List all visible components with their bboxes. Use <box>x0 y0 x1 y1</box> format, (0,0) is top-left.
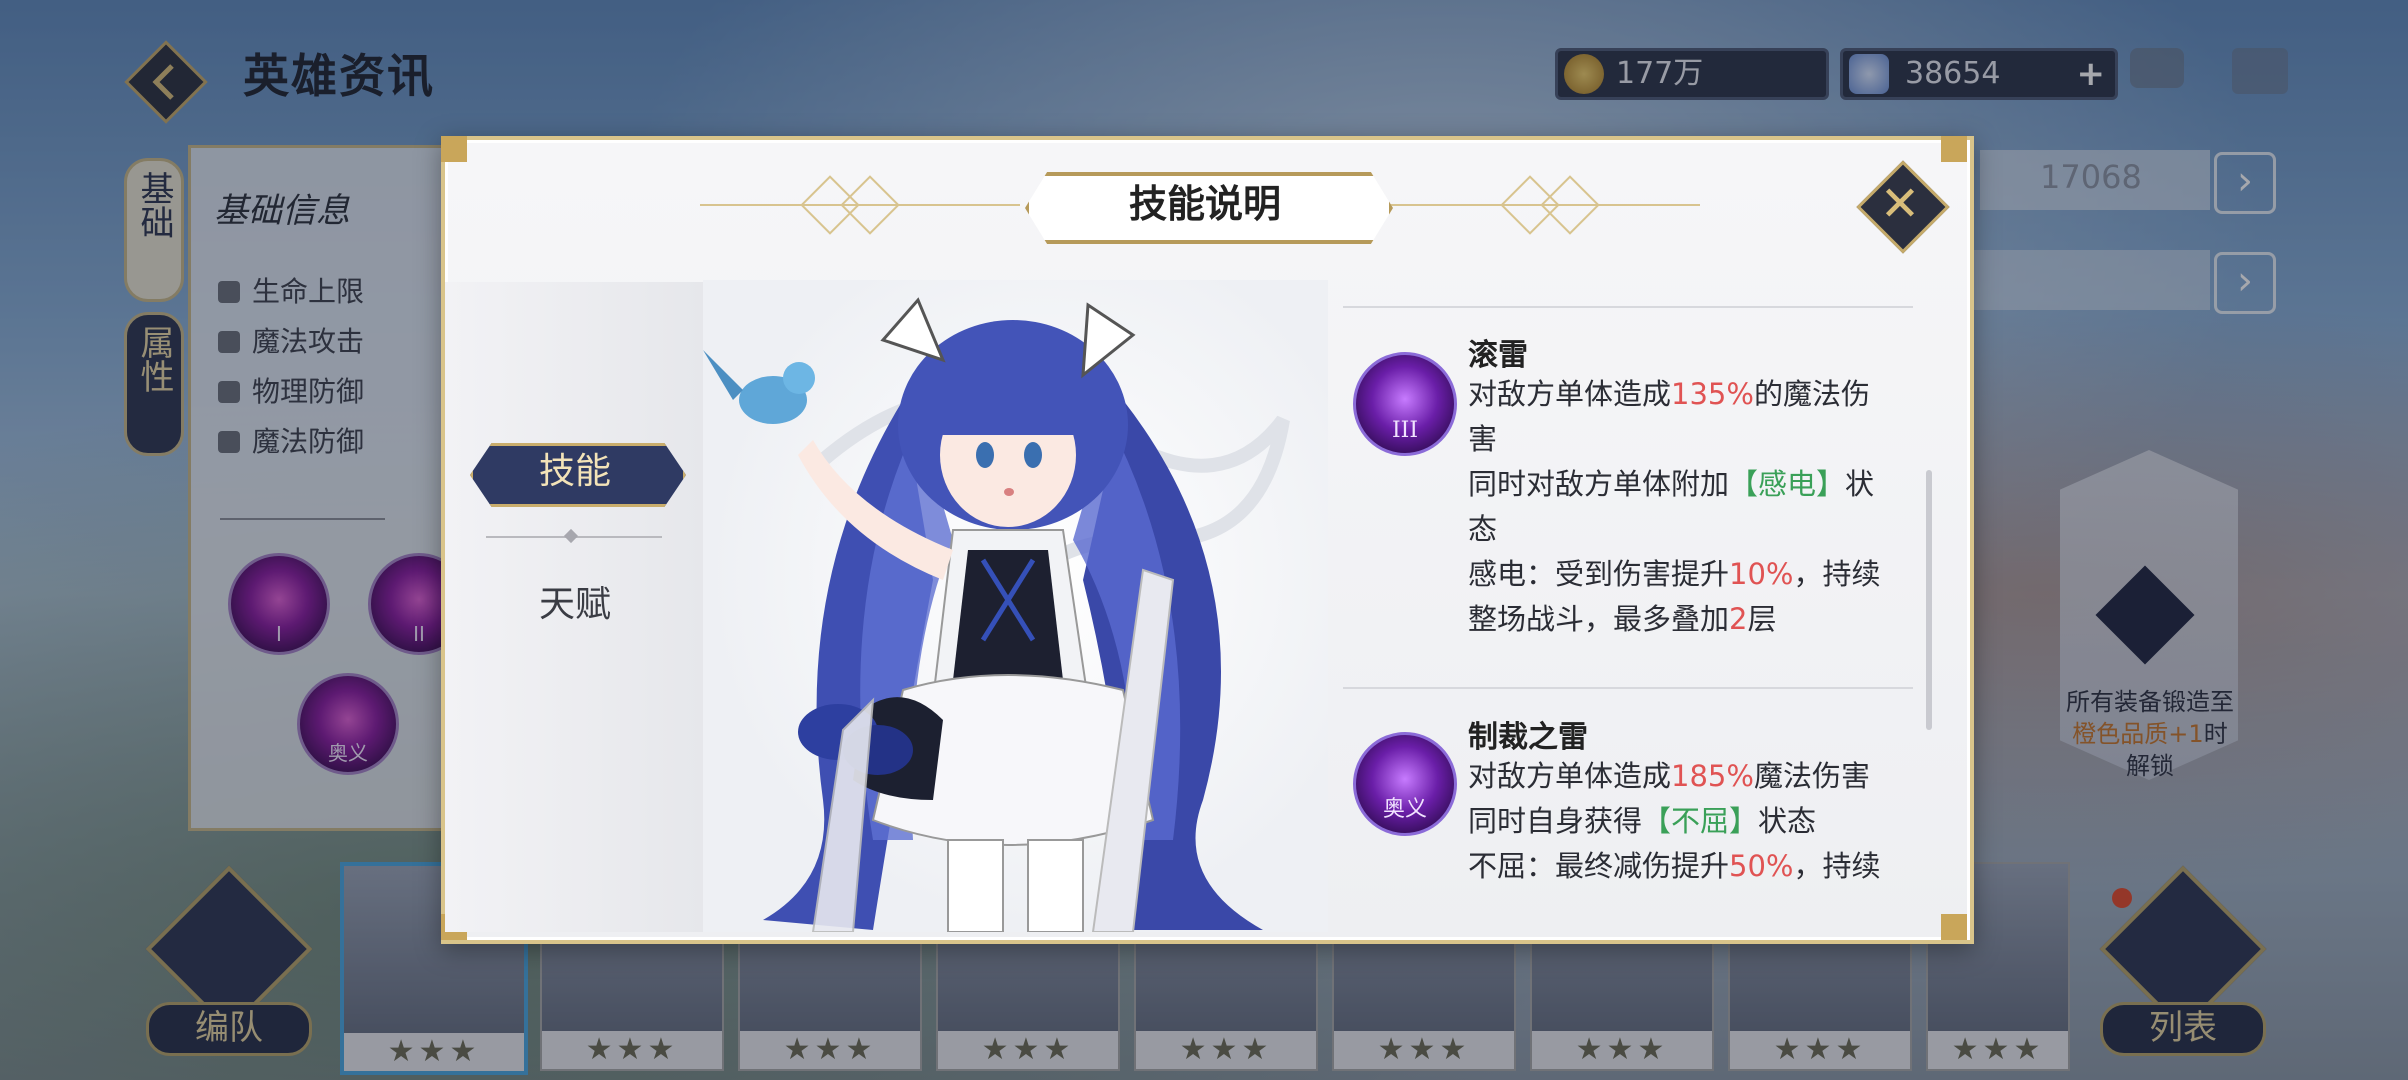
skill-description: 对敌方单体造成135%的魔法伤 害 同时对敌方单体附加【感电】状 态 感电：受到… <box>1468 372 1908 642</box>
desc-line: 同时对敌方单体附加【感电】状 <box>1468 462 1908 507</box>
desc-text: 魔法伤害 <box>1753 759 1870 793</box>
skill-list-scrollbar[interactable] <box>1926 470 1932 730</box>
skill-icon-thunder: III <box>1353 352 1457 456</box>
tab-skills-label: 技能 <box>538 451 611 492</box>
separator <box>1343 306 1913 308</box>
desc-text: 态 <box>1468 512 1498 546</box>
skill-description: 对敌方单体造成185%魔法伤害 同时自身获得【不屈】状态 不屈：最终减伤提升50… <box>1468 754 1908 889</box>
desc-line: 整场战斗，最多叠加2层 <box>1468 597 1908 642</box>
desc-value: 2 <box>1729 602 1748 636</box>
desc-text: 感电：受到伤害提升 <box>1468 557 1730 591</box>
desc-text: 同时自身获得 <box>1468 804 1643 838</box>
desc-text: 害 <box>1468 422 1498 456</box>
skill-name: 滚雷 <box>1468 338 1528 373</box>
skill-list[interactable]: III 滚雷 对敌方单体造成135%的魔法伤 害 同时对敌方单体附加【感电】状 … <box>1343 300 1923 920</box>
separator <box>1343 687 1913 689</box>
desc-text: 层 <box>1747 602 1777 636</box>
hero-illustration <box>703 280 1328 932</box>
desc-value: 10% <box>1729 557 1794 591</box>
corner-ornament <box>1941 136 1967 162</box>
desc-value: 185% <box>1671 759 1754 793</box>
desc-line: 感电：受到伤害提升10%，持续 <box>1468 552 1908 597</box>
skill-name: 制裁之雷 <box>1468 720 1588 755</box>
desc-status: 【不屈】 <box>1642 804 1759 838</box>
desc-line: 害 <box>1468 417 1908 462</box>
desc-text: ，持续 <box>1793 849 1881 883</box>
desc-text: 状态 <box>1758 804 1817 838</box>
desc-text: 同时对敌方单体附加 <box>1468 467 1730 501</box>
desc-text: 状 <box>1845 467 1875 501</box>
desc-text: 对敌方单体造成 <box>1468 377 1672 411</box>
tab-talent[interactable]: 天赋 <box>470 575 680 627</box>
desc-text: 整场战斗，最多叠加 <box>1468 602 1730 636</box>
skill-icon-numeral: 奥义 <box>1382 797 1427 822</box>
dialog-title: 技能说明 <box>1128 182 1281 226</box>
desc-line: 态 <box>1468 507 1908 552</box>
desc-text: 的魔法伤 <box>1753 377 1870 411</box>
skill-icon-numeral: III <box>1391 418 1419 443</box>
corner-ornament <box>1941 914 1967 940</box>
tab-skills[interactable]: 技能 <box>470 443 686 507</box>
desc-text: ，持续 <box>1793 557 1881 591</box>
desc-line: 对敌方单体造成185%魔法伤害 <box>1468 754 1908 799</box>
desc-line: 不屈：最终减伤提升50%，持续 <box>1468 844 1908 889</box>
desc-text: 对敌方单体造成 <box>1468 759 1672 793</box>
desc-value: 135% <box>1671 377 1754 411</box>
desc-value: 50% <box>1729 849 1794 883</box>
desc-line: 同时自身获得【不屈】状态 <box>1468 799 1908 844</box>
desc-text: 不屈：最终减伤提升 <box>1468 849 1730 883</box>
hero-artwork <box>703 297 1290 932</box>
desc-line: 对敌方单体造成135%的魔法伤 <box>1468 372 1908 417</box>
close-button[interactable]: ✕ <box>1856 160 1950 254</box>
corner-ornament <box>441 136 467 162</box>
skill-icon-judgment: 奥义 <box>1353 732 1457 836</box>
close-glyph: ✕ <box>1879 176 1921 232</box>
desc-status: 【感电】 <box>1729 467 1846 501</box>
dialog-title-banner: 技能说明 <box>1025 172 1393 244</box>
